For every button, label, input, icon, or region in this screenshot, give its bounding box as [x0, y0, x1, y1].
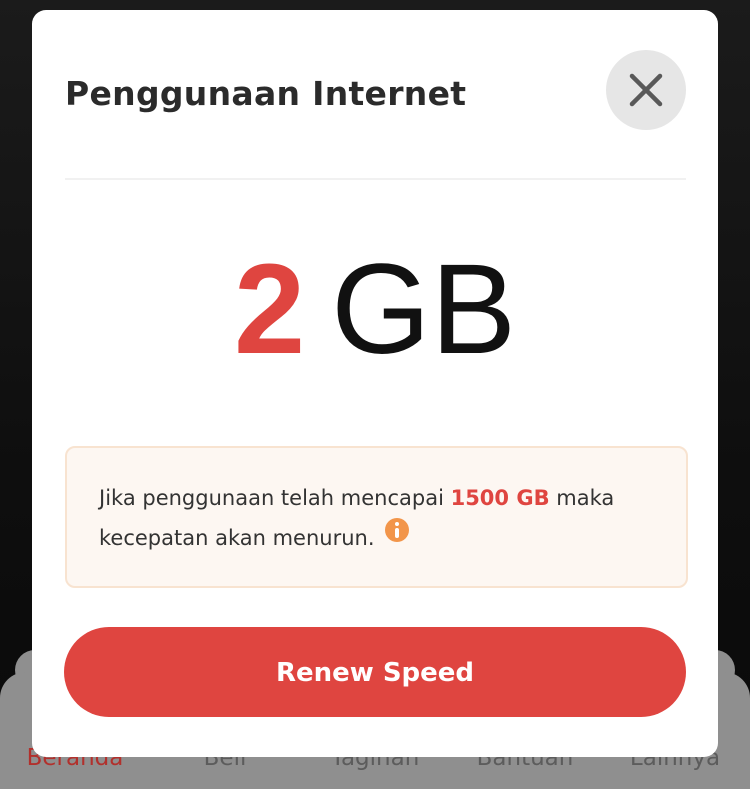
modal-title: Penggunaan Internet [65, 74, 467, 113]
notice-text: Jika penggunaan telah mencapai 1500 GB m… [99, 478, 659, 558]
usage-display: 2 GB [32, 246, 718, 374]
notice-text-before: Jika penggunaan telah mencapai [99, 486, 451, 510]
info-icon[interactable] [384, 518, 409, 542]
header-divider [65, 178, 686, 180]
close-icon [629, 73, 663, 107]
usage-value: 2 [233, 238, 306, 381]
usage-modal: Penggunaan Internet 2 GB Jika penggunaan … [32, 10, 718, 757]
renew-speed-button[interactable]: Renew Speed [64, 627, 686, 717]
speed-notice-box: Jika penggunaan telah mencapai 1500 GB m… [65, 446, 688, 588]
close-button[interactable] [606, 50, 686, 130]
usage-unit: GB [331, 238, 517, 381]
notice-highlight: 1500 GB [450, 486, 550, 510]
